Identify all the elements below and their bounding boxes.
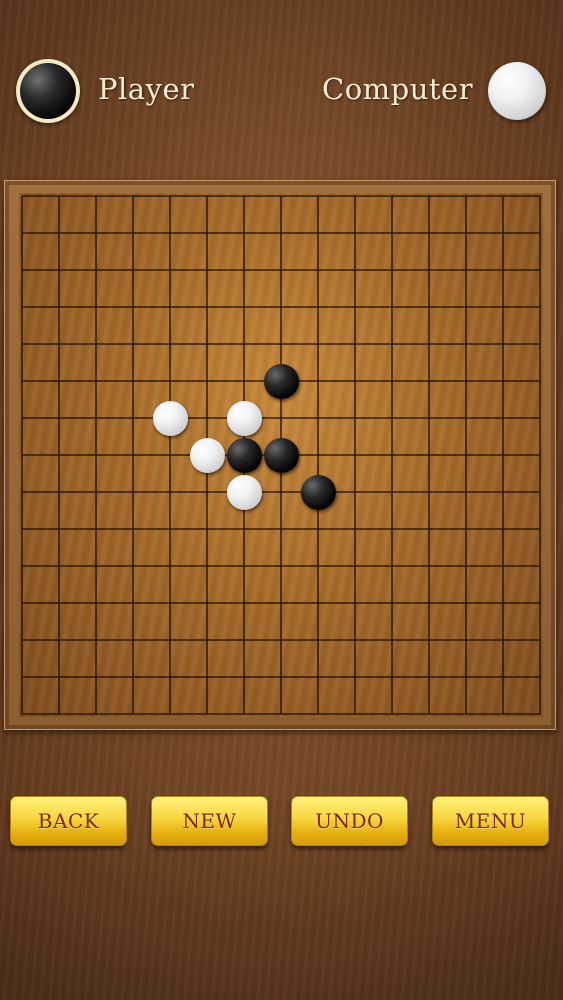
score-header: Player Computer (0, 0, 563, 180)
board-grid[interactable] (19, 193, 543, 717)
computer-label: Computer (322, 72, 474, 106)
menu-button[interactable]: MENU (432, 796, 549, 846)
player-stone-icon (16, 59, 80, 123)
player-label: Player (98, 72, 195, 106)
new-game-button[interactable]: NEW (151, 796, 268, 846)
black-stone-icon (20, 63, 76, 119)
undo-button[interactable]: UNDO (291, 796, 408, 846)
back-button[interactable]: BACK (10, 796, 127, 846)
computer-stone-icon (488, 62, 546, 120)
